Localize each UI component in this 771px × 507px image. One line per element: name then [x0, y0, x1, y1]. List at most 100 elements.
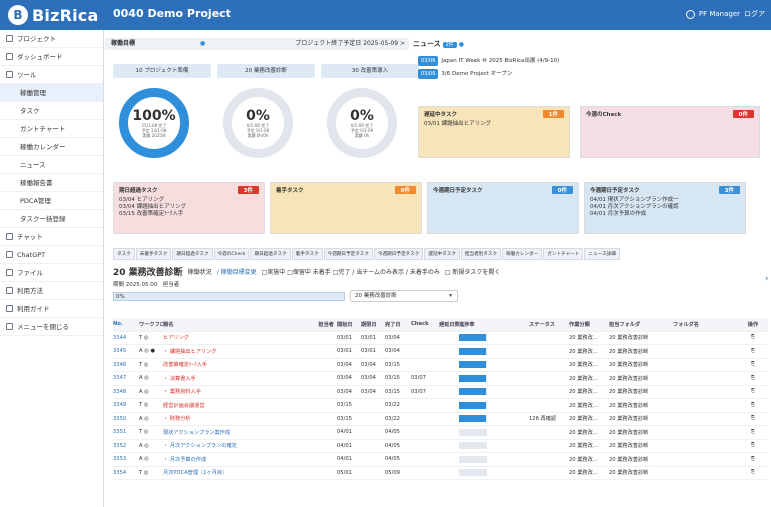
- table-row[interactable]: 3347 A ◎ ・ 決算書入手 03/04 03/04 03/15 03/07 20 業務改…: [113, 372, 768, 386]
- attachment-icon[interactable]: ⎘: [743, 442, 763, 449]
- tab[interactable]: 未着手タスク: [135, 248, 172, 260]
- sidebar-item[interactable]: 稼働カレンダー: [0, 138, 103, 156]
- task-summary-card[interactable]: 着手タスク 0件: [270, 182, 422, 234]
- new-task-toggle[interactable]: □ 新規タスクを開く: [445, 267, 501, 276]
- tab[interactable]: 今週期日予定タスク: [373, 248, 424, 260]
- column-header[interactable]: Check: [411, 321, 439, 327]
- card-row[interactable]: 04/01 月次予算の作成: [590, 211, 740, 218]
- sidebar-item[interactable]: チャット: [0, 228, 103, 246]
- table-row[interactable]: 3350 A ◎ ・ 財務分析 03/15 03/22 126 再確認 20 業務改… 20 …: [113, 413, 768, 426]
- table-row[interactable]: 3353 A ◎ ・ 月次予算の作成 04/01 04/05 20 業務改… 20 業務改善…: [113, 453, 768, 467]
- tab[interactable]: 期日超過タスク: [250, 248, 291, 260]
- sidebar-item[interactable]: ニュース: [0, 156, 103, 174]
- task-summary-card[interactable]: 今週期日予定タスク 3件 04/01 現状アクションプラン作成一 04/01 月次アク…: [584, 182, 746, 234]
- column-header[interactable]: 遅延日数: [439, 321, 459, 328]
- task-summary-card[interactable]: 今週のCheck 0件: [580, 106, 760, 158]
- cell-no[interactable]: 3354: [113, 470, 139, 476]
- cell-no[interactable]: 3353: [113, 456, 139, 462]
- sidebar-item[interactable]: タスク一括登録: [0, 210, 103, 228]
- table-row[interactable]: 3354 T ◎ 月次PDCA管理（1ヶ月目） 05/01 05/09 20 業務改… 20…: [113, 467, 768, 480]
- card-row[interactable]: 04/01 現状アクションプラン作成一: [590, 197, 740, 204]
- sidebar-item[interactable]: 稼働管理: [0, 84, 103, 102]
- cell-no[interactable]: 3344: [113, 335, 139, 341]
- table-row[interactable]: 3352 A ◎ ・ 月次アクションプランの確定 04/01 04/05 20 業務改… 2…: [113, 440, 768, 453]
- attachment-icon[interactable]: ⎘: [743, 388, 763, 395]
- cell-no[interactable]: 3349: [113, 402, 139, 408]
- attachment-icon[interactable]: ⎘: [743, 361, 763, 368]
- attachment-icon[interactable]: ⎘: [743, 415, 763, 422]
- tab[interactable]: 期日超過タスク: [172, 248, 213, 260]
- sidebar-item[interactable]: ツール: [0, 66, 103, 84]
- table-row[interactable]: 3344 T ◎ ヒアリング 03/01 03/01 03/04 20 業務改… 20 業務改…: [113, 332, 768, 345]
- attachment-icon[interactable]: ⎘: [743, 348, 763, 355]
- attachment-icon[interactable]: ⎘: [743, 456, 763, 463]
- cell-title[interactable]: ・ 決算書入手: [163, 375, 303, 382]
- task-summary-card[interactable]: 今週期日予定タスク 0件: [427, 182, 579, 234]
- table-row[interactable]: 3346 T ◎ 改善策確定ﾄｰｸ入手 03/04 03/04 03/15 20 業務改… 2…: [113, 359, 768, 372]
- tab[interactable]: ガントチャート: [543, 248, 584, 260]
- column-header[interactable]: フォルダ名: [673, 321, 743, 328]
- card-row[interactable]: 03/04 課題抽出ヒアリング: [119, 204, 259, 211]
- cell-no[interactable]: 3347: [113, 375, 139, 381]
- column-header[interactable]: ワークフロー: [139, 321, 163, 328]
- cell-title[interactable]: 改善策確定ﾄｰｸ入手: [163, 361, 303, 368]
- deadline-link[interactable]: プロジェクト終了予定日 2025-05-09 >: [295, 38, 405, 50]
- cell-no[interactable]: 3350: [113, 416, 139, 422]
- cell-title[interactable]: 経営計画会議運営: [163, 402, 303, 409]
- sidebar-item[interactable]: ガントチャート: [0, 120, 103, 138]
- cell-no[interactable]: 3345: [113, 348, 139, 354]
- column-header[interactable]: 作業分類: [569, 321, 609, 328]
- news-info-icon[interactable]: ●: [459, 41, 464, 48]
- column-header[interactable]: 進捗率: [459, 321, 529, 328]
- workflow-select[interactable]: 20 業務改善診断 ▾: [350, 290, 458, 302]
- tab[interactable]: 今週のCheck: [213, 248, 250, 260]
- column-header[interactable]: ステータス: [529, 321, 569, 328]
- task-summary-card[interactable]: 遅延中タスク 1件 03/01 課題抽出ヒアリング: [418, 106, 570, 158]
- card-row[interactable]: 04/01 月次アクションプランの確認: [590, 204, 740, 211]
- sidebar-item[interactable]: 利用ガイド: [0, 300, 103, 318]
- attachment-icon[interactable]: ⎘: [743, 334, 763, 341]
- column-header[interactable]: No.: [113, 321, 139, 327]
- task-summary-card[interactable]: 期日超過タスク 3件 03/04 ヒアリング 03/04 課題抽出ヒアリング 03/15…: [113, 182, 265, 234]
- info-icon[interactable]: ●: [200, 38, 205, 50]
- sidebar-item[interactable]: PDCA管理: [0, 192, 103, 210]
- tab[interactable]: 今週期日予定タスク: [323, 248, 373, 260]
- card-row[interactable]: 03/04 ヒアリング: [119, 197, 259, 204]
- news-item[interactable]: 03/06 3/6 Demo Project オープン: [418, 69, 512, 79]
- kpi-tab-diagnosis[interactable]: 20 業務改善診断: [217, 64, 315, 78]
- column-header[interactable]: 担当者: [303, 321, 337, 328]
- sidebar-item[interactable]: ChatGPT: [0, 246, 103, 264]
- news-item[interactable]: 03/06 Japan IT Week ⑩ 2025 BizRica出展 (4/9…: [418, 56, 559, 66]
- tab[interactable]: タスク: [113, 248, 135, 260]
- column-header[interactable]: 完了日: [385, 321, 411, 328]
- cell-no[interactable]: 3348: [113, 389, 139, 395]
- cell-title[interactable]: ・ 課題抽出ヒアリング: [163, 348, 303, 355]
- sidebar-item[interactable]: プロジェクト: [0, 30, 103, 48]
- attachment-icon[interactable]: ⎘: [743, 469, 763, 476]
- column-header[interactable]: 担当フォルダ: [609, 321, 673, 328]
- sidebar-item[interactable]: ダッシュボード: [0, 48, 103, 66]
- tab[interactable]: ニュース詳細: [584, 248, 620, 260]
- column-header[interactable]: 開始日: [337, 321, 361, 328]
- cell-title[interactable]: ・ 月次予算の作成: [163, 456, 303, 463]
- column-header[interactable]: 操作: [743, 321, 763, 328]
- cell-title[interactable]: ・ 財務分析: [163, 415, 303, 422]
- column-header[interactable]: 期限日: [361, 321, 385, 328]
- cell-title[interactable]: ・ 月次アクションプランの確定: [163, 442, 303, 449]
- table-row[interactable]: 3351 T ◎ 現状アクションプラン案作成 04/01 04/05 20 業務改… 20 …: [113, 426, 768, 440]
- goal-change-link[interactable]: / 稼働目標変更: [217, 267, 257, 276]
- user-name[interactable]: PF Manager: [699, 10, 740, 18]
- table-row[interactable]: 3348 A ◎ ・ 業務資料入手 03/04 03/04 03/15 03/07 20 業務…: [113, 386, 768, 399]
- table-row[interactable]: 3345 A ◎ ● ・ 課題抽出ヒアリング 03/01 03/01 03/04 20 業務…: [113, 345, 768, 359]
- cell-no[interactable]: 3352: [113, 443, 139, 449]
- cell-title[interactable]: ヒアリング: [163, 334, 303, 341]
- sidebar-item[interactable]: ファイル: [0, 264, 103, 282]
- cell-no[interactable]: 3351: [113, 429, 139, 435]
- table-row[interactable]: 3349 T ◎ 経営計画会議運営 03/15 03/22 20 業務改… 20 業務改善診…: [113, 399, 768, 413]
- attachment-icon[interactable]: ⎘: [743, 429, 763, 436]
- logout-link[interactable]: ログア: [744, 9, 765, 19]
- cell-title[interactable]: 月次PDCA管理（1ヶ月目）: [163, 469, 303, 476]
- cell-no[interactable]: 3346: [113, 362, 139, 368]
- kpi-tab-prep[interactable]: 10 プロジェクト準備: [113, 64, 211, 78]
- user-menu[interactable]: PF Manager ログア: [685, 9, 765, 19]
